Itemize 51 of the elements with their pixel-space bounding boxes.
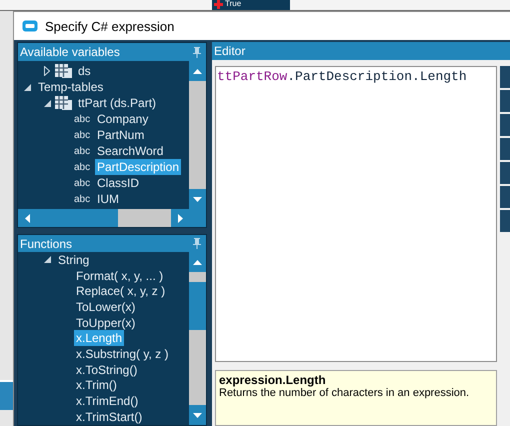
help-title: expression.Length xyxy=(219,373,326,387)
tree-item[interactable]: x.ToString() xyxy=(74,362,140,378)
scroll-right-icon[interactable] xyxy=(178,214,182,222)
tree-item[interactable]: SearchWord xyxy=(95,143,166,159)
table-icon xyxy=(54,63,74,79)
scroll-down-icon[interactable] xyxy=(193,196,202,202)
tree-item[interactable]: x.TrimEnd() xyxy=(74,393,140,410)
tree-item[interactable]: x.TrimStart() xyxy=(74,408,144,425)
expanded-icon[interactable] xyxy=(24,84,31,90)
tree-item[interactable]: ttPart (ds.Part) xyxy=(76,95,158,111)
type-label: abc xyxy=(74,146,92,156)
scroll-up-icon[interactable] xyxy=(193,68,202,74)
scroll-down-icon[interactable] xyxy=(193,412,202,418)
tree-item[interactable]: ClassID xyxy=(95,175,142,191)
tree-item[interactable]: x.Trim() xyxy=(74,377,119,394)
type-label: abc xyxy=(74,178,92,188)
code-editor[interactable]: ttPartRow.PartDescription.Length xyxy=(215,66,497,362)
plus-icon xyxy=(214,0,223,9)
vertical-scrollbar[interactable] xyxy=(189,61,206,209)
tree-item[interactable]: Company xyxy=(95,111,150,127)
type-label: abc xyxy=(74,194,92,204)
panel-title: Editor xyxy=(214,44,246,58)
scroll-up-icon[interactable] xyxy=(193,260,202,264)
panel-title: Functions xyxy=(20,236,72,250)
vertical-scrollbar[interactable] xyxy=(189,252,206,425)
type-label: abc xyxy=(74,162,92,172)
tree-item[interactable]: ToUpper(x) xyxy=(74,314,138,331)
panel-title: Available variables xyxy=(20,45,120,59)
type-label: abc xyxy=(74,114,92,124)
pin-icon[interactable] xyxy=(193,46,201,58)
help-description: Returns the number of characters in an expression. xyxy=(219,387,470,399)
expanded-icon[interactable] xyxy=(44,256,51,264)
pin-icon[interactable] xyxy=(193,238,201,249)
tree-item[interactable]: Replace( x, y, z ) xyxy=(74,283,168,300)
tree-item[interactable]: PartNum xyxy=(95,127,146,143)
tree-item[interactable]: Format( x, y, ... ) xyxy=(74,268,166,284)
type-label: abc xyxy=(74,130,92,140)
tree-item[interactable]: ToLower(x) xyxy=(74,298,138,315)
tree-item[interactable]: IUM xyxy=(95,191,121,207)
collapsed-icon[interactable] xyxy=(44,66,50,76)
true-button[interactable]: True xyxy=(212,0,290,10)
tree-item[interactable]: Temp-tables xyxy=(36,79,106,95)
code-line: ttPartRow.PartDescription.Length xyxy=(217,69,467,84)
tree-item[interactable]: ds xyxy=(76,63,93,79)
table-icon xyxy=(54,95,74,111)
tree-item[interactable]: x.Substring( y, z ) xyxy=(74,346,170,362)
window-icon xyxy=(22,20,38,32)
window-title: Specify C# expression xyxy=(45,18,174,34)
expanded-icon[interactable] xyxy=(44,100,51,106)
tree-item[interactable]: String xyxy=(56,252,92,268)
scroll-left-icon[interactable] xyxy=(24,214,30,222)
